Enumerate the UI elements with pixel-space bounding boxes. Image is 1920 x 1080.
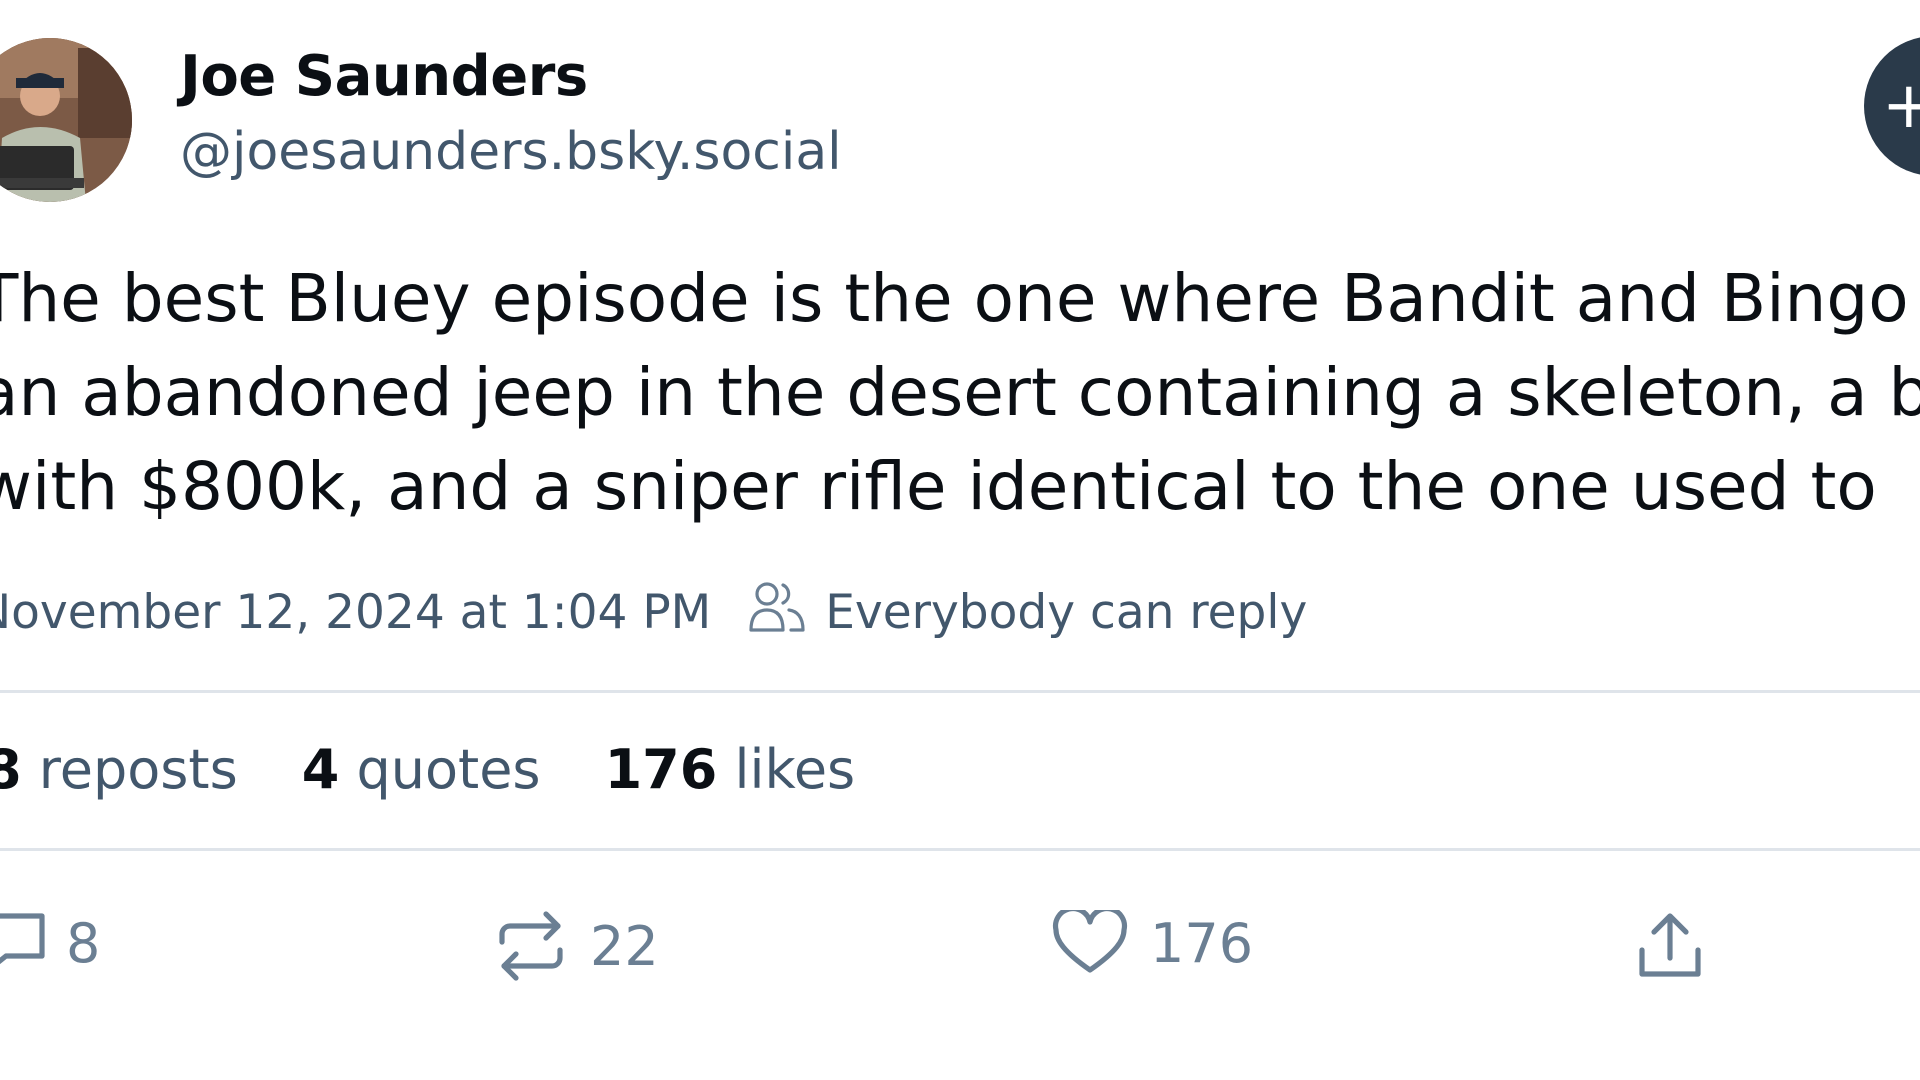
reply-icon [0, 910, 50, 976]
reply-count: 8 [66, 911, 101, 975]
likes-count: 176 [604, 738, 718, 801]
share-button[interactable] [1634, 910, 1706, 982]
quotes-label: quotes [356, 738, 541, 801]
likes-stat[interactable]: 176 likes [605, 738, 856, 801]
reposts-count: 8 [0, 738, 22, 801]
engagement-stats: 8 reposts 4 quotes 176 likes [0, 738, 919, 801]
reply-button[interactable]: 8 [0, 910, 100, 976]
reply-setting-label: Everybody can reply [825, 584, 1308, 640]
post-meta: November 12, 2024 at 1:04 PM Everybody c… [0, 578, 1307, 646]
follow-button[interactable]: + [1864, 36, 1920, 176]
post-text: The best Bluey episode is the one where … [0, 252, 1920, 534]
post-text-line: The best Bluey episode is the one where … [0, 260, 1909, 337]
reply-setting[interactable]: Everybody can reply [747, 578, 1307, 646]
likes-label: likes [734, 738, 856, 801]
post-text-line: with $800k, and a sniper rifle identical… [0, 448, 1877, 525]
like-count: 176 [1150, 911, 1254, 975]
author-display-name[interactable]: Joe Saunders [180, 44, 588, 109]
post-timestamp: November 12, 2024 at 1:04 PM [0, 584, 712, 640]
repost-count: 22 [590, 914, 659, 978]
reposts-stat[interactable]: 8 reposts [0, 738, 238, 801]
share-icon [1634, 910, 1706, 982]
quotes-count: 4 [301, 738, 340, 801]
divider [0, 848, 1920, 851]
avatar[interactable] [0, 38, 132, 202]
plus-icon: + [1882, 69, 1920, 143]
quotes-stat[interactable]: 4 quotes [302, 738, 541, 801]
like-button[interactable]: 176 [1052, 910, 1253, 976]
divider [0, 690, 1920, 693]
repost-icon [494, 910, 568, 982]
author-handle[interactable]: @joesaunders.bsky.social [180, 122, 842, 182]
reposts-label: reposts [38, 738, 238, 801]
post-thread-view: Joe Saunders @joesaunders.bsky.social + … [0, 0, 1920, 1080]
people-icon [747, 578, 825, 646]
repost-button[interactable]: 22 [494, 910, 659, 982]
heart-icon [1052, 910, 1128, 976]
post-text-line: an abandoned jeep in the desert containi… [0, 354, 1920, 431]
